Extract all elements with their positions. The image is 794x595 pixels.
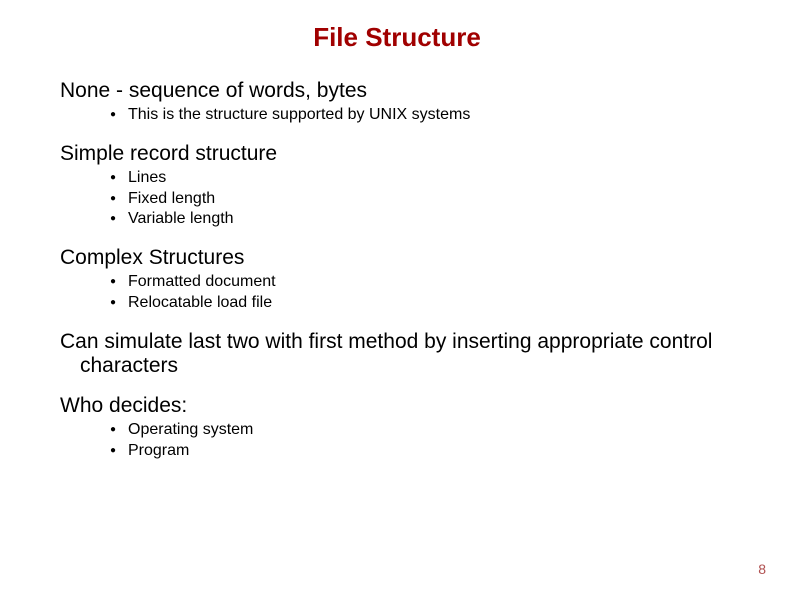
- section-heading: Complex Structures: [60, 246, 734, 270]
- section-heading: Simple record structure: [60, 142, 734, 166]
- section-heading: Who decides:: [60, 394, 734, 418]
- list-item: Fixed length: [110, 189, 734, 210]
- list-item: Relocatable load file: [110, 293, 734, 314]
- list-item: Formatted document: [110, 272, 734, 293]
- slide-title: File Structure: [0, 0, 794, 53]
- bullet-list: This is the structure supported by UNIX …: [60, 105, 734, 126]
- slide-content: None - sequence of words, bytes This is …: [0, 53, 794, 461]
- list-item: Variable length: [110, 209, 734, 230]
- list-item: This is the structure supported by UNIX …: [110, 105, 734, 126]
- section-heading: Can simulate last two with first method …: [60, 330, 734, 378]
- section-heading: None - sequence of words, bytes: [60, 79, 734, 103]
- bullet-list: Operating system Program: [60, 420, 734, 462]
- bullet-list: Lines Fixed length Variable length: [60, 168, 734, 230]
- list-item: Program: [110, 441, 734, 462]
- list-item: Operating system: [110, 420, 734, 441]
- list-item: Lines: [110, 168, 734, 189]
- bullet-list: Formatted document Relocatable load file: [60, 272, 734, 314]
- page-number: 8: [758, 561, 766, 577]
